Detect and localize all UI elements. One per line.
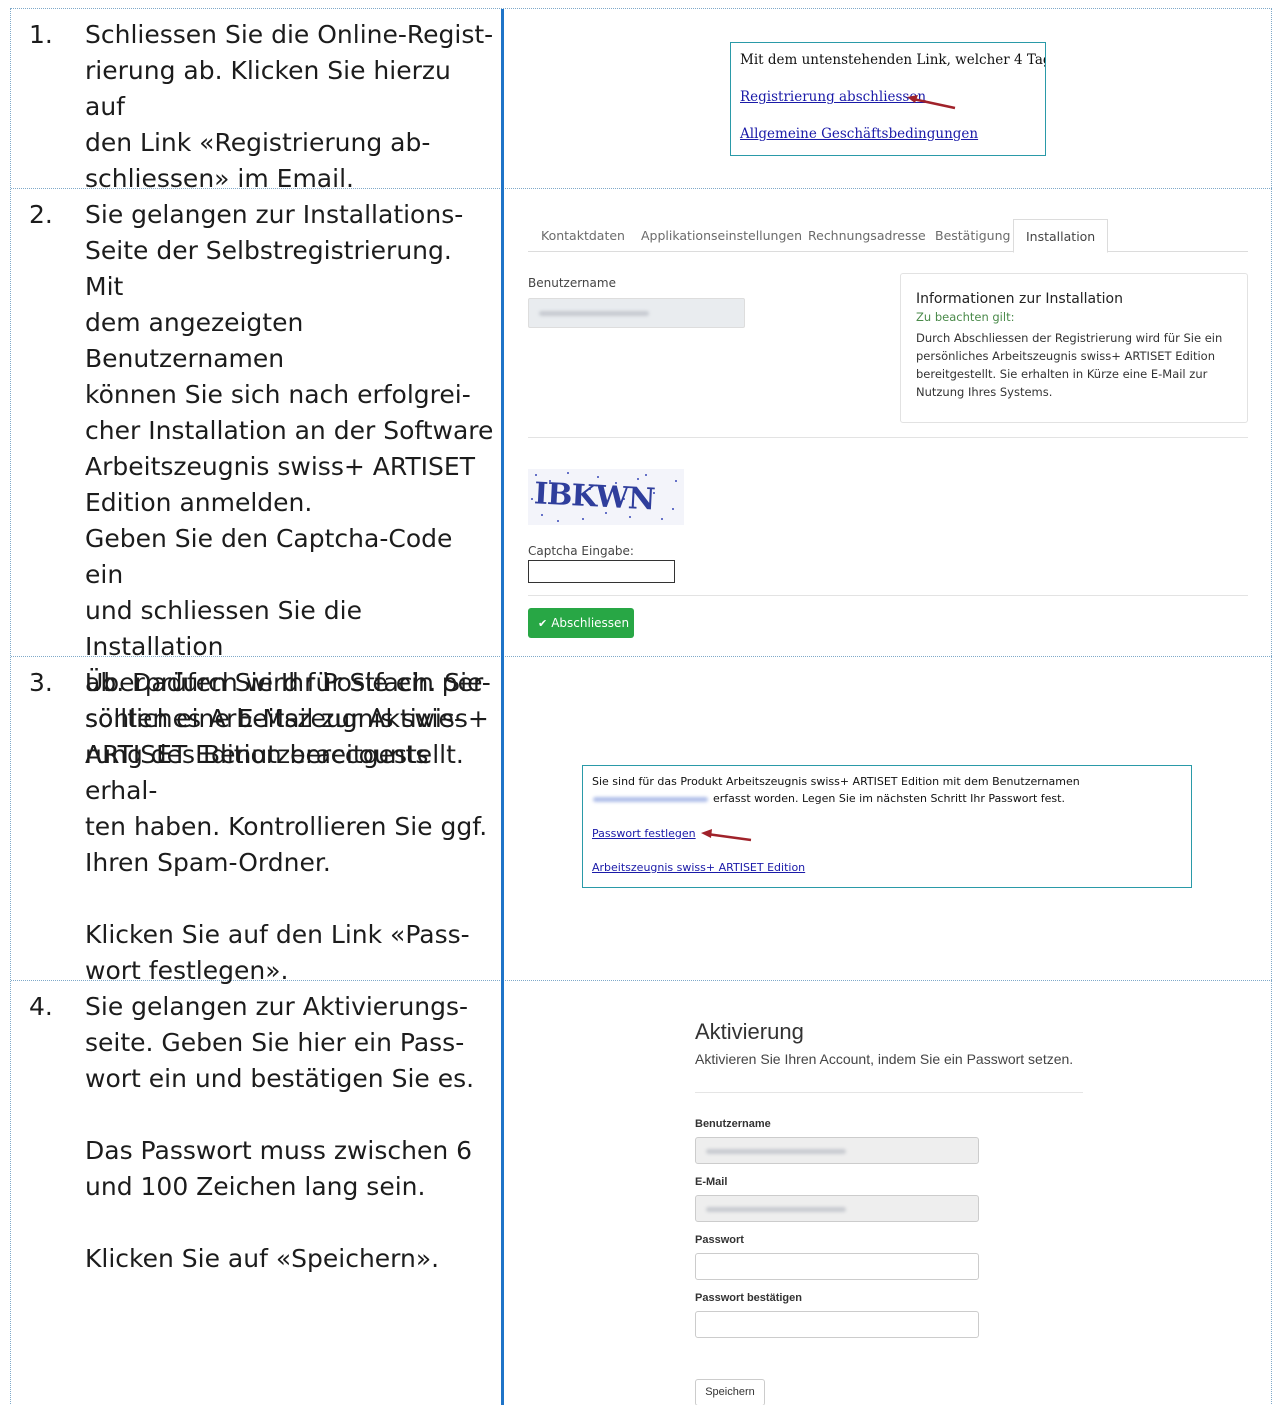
step-1-text: 1. Schliessen Sie die Online-Regist- rie… xyxy=(11,9,501,193)
username-field xyxy=(528,298,745,328)
activation-email-excerpt: Sie sind für das Produkt Arbeitszeugnis … xyxy=(582,765,1192,888)
info-title: Informationen zur Installation xyxy=(916,291,1123,307)
step-text-line: und schliessen Sie die Installation xyxy=(85,596,362,661)
captcha-code: IBKWN xyxy=(533,476,656,517)
step-text-line: Schliessen Sie die Online-Regist- xyxy=(85,20,494,49)
column-divider xyxy=(501,9,504,1405)
step-text-line: cher Installation an der Software xyxy=(85,416,494,445)
set-password-link[interactable]: Passwort festlegen xyxy=(592,827,696,840)
complete-button-label: Abschliessen xyxy=(551,616,630,630)
step-3-text: 3. Überprüfen Sie Ihr Postfach. Sie soll… xyxy=(11,657,501,985)
step-1-screenshot: Mit dem untenstehenden Link, welcher 4 T… xyxy=(504,9,1272,188)
instruction-table: 1. Schliessen Sie die Online-Regist- rie… xyxy=(10,8,1272,1405)
divider xyxy=(528,595,1248,596)
complete-button[interactable]: ✔ Abschliessen xyxy=(528,608,634,638)
email-field xyxy=(695,1195,979,1222)
step-text-line: sollten eine E-Mail zur Aktivie- xyxy=(85,704,463,733)
password-input[interactable] xyxy=(695,1253,979,1280)
step-text-line: rierung ab. Klicken Sie hierzu auf xyxy=(85,56,451,121)
step-3-screenshot: Sie sind für das Produkt Arbeitszeugnis … xyxy=(504,657,1272,980)
activation-title: Aktivierung xyxy=(695,1019,804,1044)
password-confirm-input[interactable] xyxy=(695,1311,979,1338)
step-text-line: wort ein und bestätigen Sie es. xyxy=(85,1064,475,1093)
step-text-line: Geben Sie den Captcha-Code ein xyxy=(85,524,453,589)
captcha-label: Captcha Eingabe: xyxy=(528,544,634,558)
tab-applikationseinstellungen[interactable]: Applikationseinstellungen xyxy=(641,219,802,252)
step-text-line: den Link «Registrierung ab- xyxy=(85,128,431,157)
activation-subtitle: Aktivieren Sie Ihren Account, indem Sie … xyxy=(695,1051,1074,1067)
step-2-text: 2. Sie gelangen zur Installations- Seite… xyxy=(11,189,501,769)
activation-form: Aktivierung Aktivieren Sie Ihren Account… xyxy=(695,1019,1095,1405)
step-row-4: 4. Sie gelangen zur Aktivierungs- seite.… xyxy=(11,981,1272,1405)
step-text-line: und 100 Zeichen lang sein. xyxy=(85,1172,426,1201)
step-row-3: 3. Überprüfen Sie Ihr Postfach. Sie soll… xyxy=(11,657,1272,985)
captcha-image: IBKWN xyxy=(528,469,684,525)
username-label: Benutzername xyxy=(695,1118,771,1130)
step-text-line: Arbeitszeugnis swiss+ ARTISET xyxy=(85,452,475,481)
tab-installation[interactable]: Installation xyxy=(1013,219,1109,253)
step-text-line: rung des Benutzeraccounts erhal- xyxy=(85,740,429,805)
email-label: E-Mail xyxy=(695,1176,728,1188)
terms-link[interactable]: Allgemeine Geschäftsbedingungen xyxy=(740,126,978,142)
step-number: 4. xyxy=(29,992,53,1021)
registration-email-excerpt: Mit dem untenstehenden Link, welcher 4 T… xyxy=(730,42,1046,156)
tab-bestaetigung[interactable]: Bestätigung xyxy=(935,219,1010,252)
email-body-line-1: Sie sind für das Produkt Arbeitszeugnis … xyxy=(592,775,1080,788)
step-4-screenshot: Aktivierung Aktivieren Sie Ihren Account… xyxy=(504,981,1272,1405)
step-text-line: Sie gelangen zur Aktivierungs- xyxy=(85,992,469,1021)
register-complete-link[interactable]: Registrierung abschliessen xyxy=(740,89,926,105)
info-body: Durch Abschliessen der Registrierung wir… xyxy=(916,331,1223,399)
step-text-line: Klicken Sie auf den Link «Pass- xyxy=(85,920,470,949)
step-text-line: Edition anmelden. xyxy=(85,488,313,517)
captcha-input[interactable] xyxy=(528,560,675,583)
step-text-line: Seite der Selbstregistrierung. Mit xyxy=(85,236,452,301)
step-text-line: können Sie sich nach erfolgrei- xyxy=(85,380,471,409)
arrow-icon xyxy=(701,829,752,842)
username-label: Benutzername xyxy=(528,276,616,290)
divider xyxy=(695,1092,1083,1093)
step-row-2: 2. Sie gelangen zur Installations- Seite… xyxy=(11,189,1272,769)
step-text-line: ten haben. Kontrollieren Sie ggf. xyxy=(85,812,488,841)
installation-info-panel: Informationen zur Installation Zu beacht… xyxy=(900,273,1248,423)
step-2-screenshot: Kontaktdaten Applikationseinstellungen R… xyxy=(504,189,1272,656)
step-text-line: Klicken Sie auf «Speichern». xyxy=(85,1244,440,1273)
step-row-1: 1. Schliessen Sie die Online-Regist- rie… xyxy=(11,9,1272,193)
step-text-line: Das Passwort muss zwischen 6 xyxy=(85,1136,473,1165)
step-text-line: seite. Geben Sie hier ein Pass- xyxy=(85,1028,465,1057)
step-number: 1. xyxy=(29,20,53,49)
tab-kontaktdaten[interactable]: Kontaktdaten xyxy=(541,219,625,252)
check-icon: ✔ xyxy=(538,617,548,630)
step-text-line: Sie gelangen zur Installations- xyxy=(85,200,464,229)
username-field xyxy=(695,1137,979,1164)
step-number: 3. xyxy=(29,668,53,697)
arrow-icon xyxy=(907,95,956,110)
tab-rechnungsadresse[interactable]: Rechnungsadresse xyxy=(808,219,926,252)
email-intro-text: Mit dem untenstehenden Link, welcher 4 T… xyxy=(740,52,1045,68)
save-button[interactable]: Speichern xyxy=(695,1379,765,1405)
step-number: 2. xyxy=(29,200,53,229)
info-subtitle: Zu beachten gilt: xyxy=(916,310,1015,324)
password-confirm-label: Passwort bestätigen xyxy=(695,1292,802,1304)
step-4-text: 4. Sie gelangen zur Aktivierungs- seite.… xyxy=(11,981,501,1273)
email-body-line-2: erfasst worden. Legen Sie im nächsten Sc… xyxy=(713,792,1065,805)
registration-tabs: Kontaktdaten Applikationseinstellungen R… xyxy=(528,219,1248,253)
step-text-line: dem angezeigten Benutzernamen xyxy=(85,308,304,373)
step-text-line: Überprüfen Sie Ihr Postfach. Sie xyxy=(85,668,483,697)
step-text-line: Ihren Spam-Ordner. xyxy=(85,848,331,877)
product-link[interactable]: Arbeitszeugnis swiss+ ARTISET Edition xyxy=(592,861,805,874)
password-label: Passwort xyxy=(695,1234,744,1246)
divider xyxy=(528,437,1248,438)
